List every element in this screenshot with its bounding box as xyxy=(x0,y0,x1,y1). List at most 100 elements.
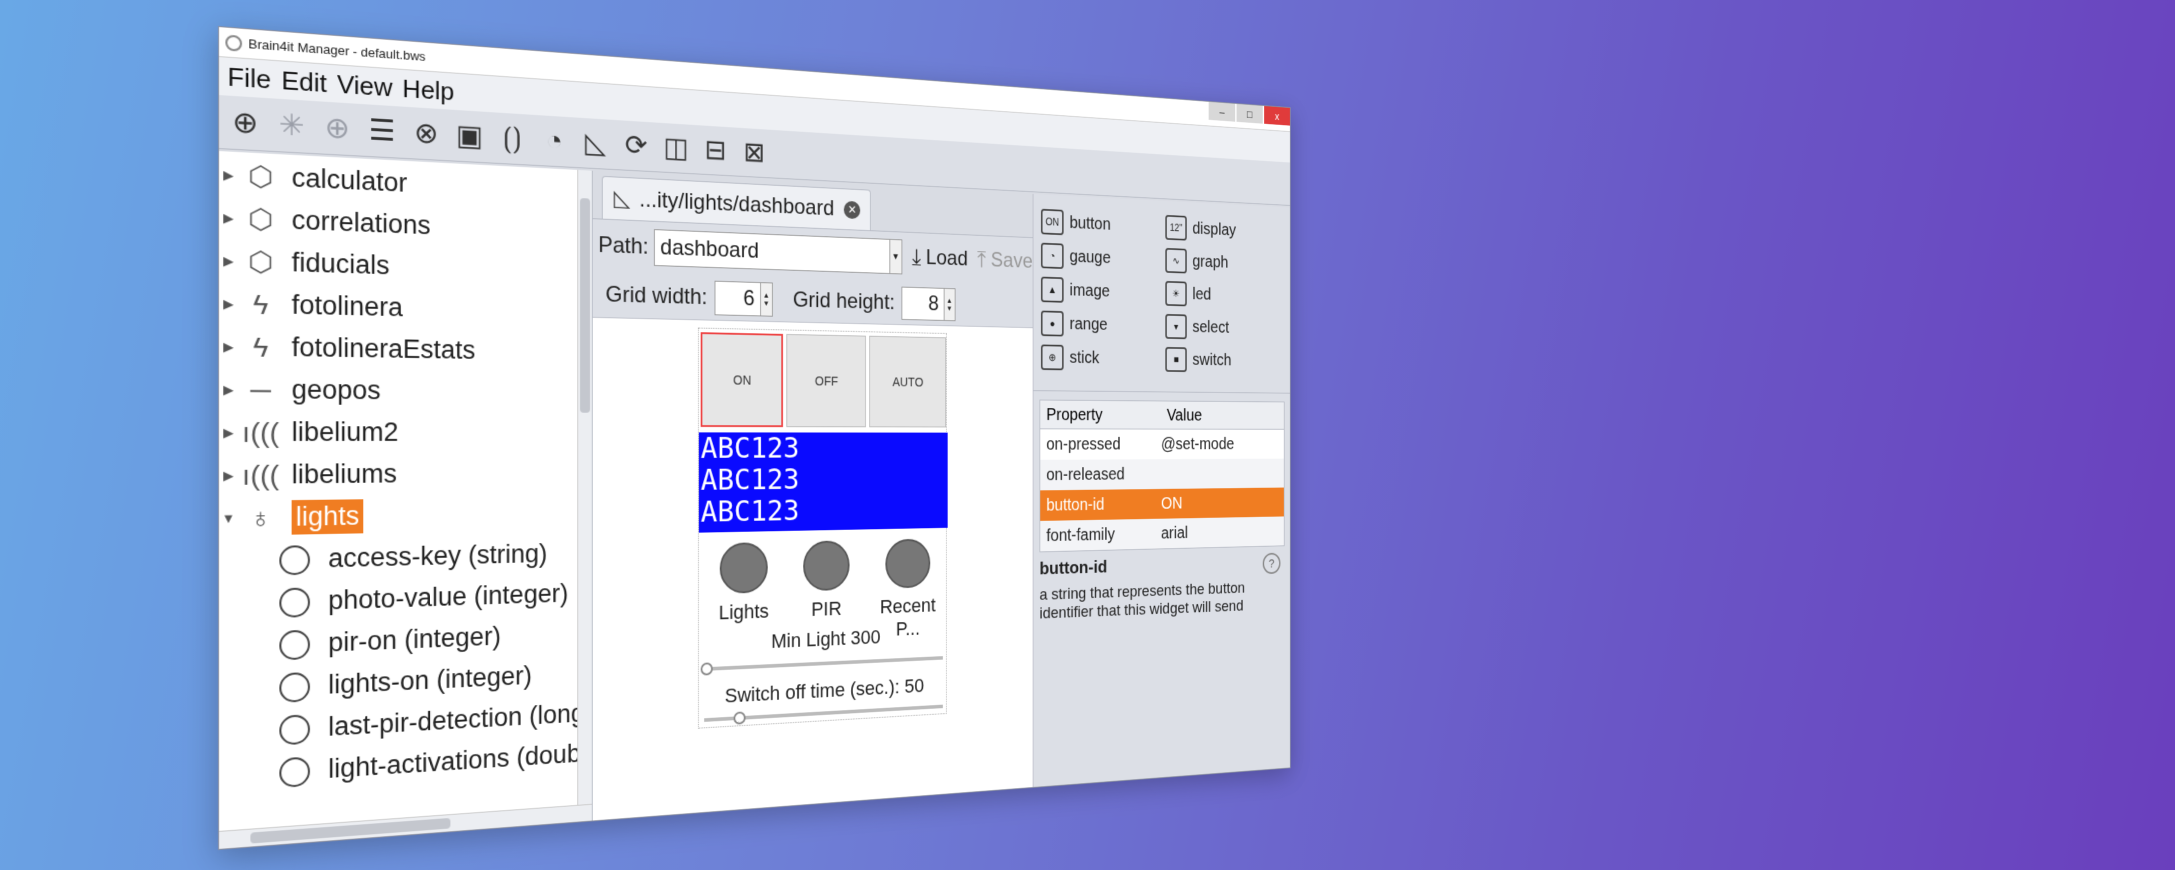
refresh-icon[interactable]: ⟳ xyxy=(619,127,653,164)
stop-icon[interactable]: ⊗ xyxy=(408,114,445,153)
menu-view[interactable]: View xyxy=(337,69,393,103)
bolt-icon: ϟ xyxy=(238,331,284,364)
menu-edit[interactable]: Edit xyxy=(281,65,327,99)
palette-graph[interactable]: ∿ graph xyxy=(1165,244,1283,281)
tree-vertical-scrollbar[interactable] xyxy=(577,170,592,805)
tree-child-label: access-key (string) xyxy=(328,539,547,574)
palette-label: select xyxy=(1192,318,1229,338)
led-label: PIR xyxy=(785,596,868,622)
grid-width-input[interactable]: 6 xyxy=(714,280,760,316)
chevron-right-icon[interactable]: ▶ xyxy=(219,210,238,227)
terminal-icon[interactable]: ▣ xyxy=(451,117,487,155)
chevron-right-icon[interactable]: ▶ xyxy=(219,253,238,270)
tree-horizontal-scrollbar[interactable] xyxy=(219,804,592,849)
app-window: Brain4it Manager - default.bws – □ x Fil… xyxy=(218,26,1291,850)
palette-button[interactable]: ON button xyxy=(1041,205,1165,244)
property-value[interactable]: arial xyxy=(1161,524,1188,544)
braces-icon[interactable]: ⟮⟯ xyxy=(494,120,530,158)
path-dropdown-icon[interactable]: ▼ xyxy=(890,239,902,274)
palette-select[interactable]: ▾ select xyxy=(1165,310,1283,345)
property-column-header: Property xyxy=(1040,400,1161,428)
tree-item-lights[interactable]: ▼ ♁ lights xyxy=(219,493,592,540)
chevron-right-icon[interactable]: ▶ xyxy=(219,167,238,184)
module-tree[interactable]: ▶ ⬡ calculator ▶ ⬡ correlations ▶ ⬡ fiducials ▶ ϟ f… xyxy=(219,151,593,849)
palette-display[interactable]: 12" display xyxy=(1165,211,1283,249)
tree-item-fotolineraestats[interactable]: ▶ ϟ fotolineraEstats xyxy=(219,325,592,373)
asterisk-icon[interactable]: ✳ xyxy=(272,106,311,146)
property-description: button-id a string that represents the b… xyxy=(1039,553,1284,624)
palette-stick[interactable]: ⊕ stick xyxy=(1041,340,1165,376)
variable-icon xyxy=(279,756,310,787)
grid-width-stepper[interactable]: ▲ ▼ xyxy=(761,282,773,316)
palette-gauge[interactable]: ◔ gauge xyxy=(1041,238,1165,276)
range-knob[interactable] xyxy=(734,711,746,724)
palette-image[interactable]: ▲ image xyxy=(1041,272,1165,309)
grid-height-input[interactable]: 8 xyxy=(901,286,944,320)
chevron-down-icon[interactable]: ▼ xyxy=(219,511,238,526)
display-line: ABC123 xyxy=(701,493,948,528)
close-tab-icon[interactable]: ✕ xyxy=(844,200,860,218)
close-panel-icon[interactable]: ⊠ xyxy=(738,135,770,171)
palette-led[interactable]: ☀ led xyxy=(1165,277,1283,313)
minimize-button[interactable]: – xyxy=(1209,102,1236,122)
tree-item-libeliums[interactable]: ▶ ı(((libeliums xyxy=(219,453,592,497)
tree-item-geopos[interactable]: ▶ ─ geopos xyxy=(219,368,592,413)
list-icon[interactable]: ☰ xyxy=(363,111,401,150)
gauge-icon[interactable]: ◔ xyxy=(537,122,572,160)
dashboard-canvas[interactable]: ON OFF AUTO ABC123 ABC123 ABC123 Lights … xyxy=(593,318,1033,821)
bolt-icon: ϟ xyxy=(238,288,284,321)
menu-help[interactable]: Help xyxy=(402,73,454,106)
grid-height-label: Grid height: xyxy=(793,287,895,315)
property-value[interactable]: ON xyxy=(1161,494,1182,513)
save-button[interactable]: ⤒ Save xyxy=(977,246,1032,275)
widget-display[interactable]: ABC123 ABC123 ABC123 xyxy=(699,432,948,532)
path-input[interactable]: dashboard xyxy=(654,229,890,274)
widget-range-min-light[interactable] xyxy=(704,656,943,671)
chevron-right-icon[interactable]: ▶ xyxy=(219,425,238,441)
dashboard-icon[interactable]: ◺ xyxy=(578,125,613,162)
editor-pane: ◺ ...ity/lights/dashboard ✕ Path: dashbo… xyxy=(593,171,1034,821)
widget-button-off[interactable]: OFF xyxy=(786,334,866,427)
tree-child-label: light-activations (doub xyxy=(328,739,580,784)
property-table[interactable]: Property Value on-pressed @set-mode on-rel… xyxy=(1039,400,1284,553)
property-row[interactable]: button-id ON xyxy=(1040,488,1284,521)
split-vertical-icon[interactable]: ⊟ xyxy=(699,132,732,168)
palette-label: gauge xyxy=(1070,247,1111,268)
range-knob[interactable] xyxy=(701,662,713,675)
display-line: ABC123 xyxy=(701,463,948,496)
property-name: on-released xyxy=(1040,465,1161,485)
grid-height-stepper[interactable]: ▲ ▼ xyxy=(944,288,955,321)
widget-led-recent[interactable] xyxy=(885,539,930,589)
description-text: a string that represents the button iden… xyxy=(1039,578,1284,623)
description-title: button-id xyxy=(1039,553,1284,580)
add-icon[interactable]: ⊕ xyxy=(225,103,265,143)
tree-item-label: lights xyxy=(292,499,364,534)
add-outline-icon[interactable]: ⊕ xyxy=(318,109,356,148)
widget-palette: ON button 12" display ◔ gauge ∿ graph ▲ image ☀ led… xyxy=(1033,194,1290,394)
tree-item-libelium2[interactable]: ▶ ı(((libelium2 xyxy=(219,411,592,454)
load-button[interactable]: ⤓ Load xyxy=(912,243,968,273)
chevron-right-icon[interactable]: ▶ xyxy=(219,467,238,483)
palette-switch[interactable]: ■ switch xyxy=(1165,343,1283,378)
chevron-right-icon[interactable]: ▶ xyxy=(219,382,238,398)
close-button[interactable]: x xyxy=(1264,106,1290,126)
widget-button-auto[interactable]: AUTO xyxy=(869,336,946,428)
chevron-right-icon[interactable]: ▶ xyxy=(219,296,238,312)
load-label: Load xyxy=(926,246,968,272)
variable-icon xyxy=(279,587,310,618)
range-label: Switch off time (sec.): 50 xyxy=(699,673,948,709)
menu-file[interactable]: File xyxy=(227,61,271,95)
select-icon: ▾ xyxy=(1165,314,1186,339)
maximize-button[interactable]: □ xyxy=(1237,104,1263,124)
widget-led-pir[interactable] xyxy=(803,540,849,591)
dashboard-grid: ON OFF AUTO ABC123 ABC123 ABC123 Lights … xyxy=(698,328,947,729)
property-row[interactable]: on-pressed @set-mode xyxy=(1040,429,1284,460)
palette-range[interactable]: ● range xyxy=(1041,306,1165,343)
widget-led-lights[interactable] xyxy=(720,542,768,594)
display-icon: 12" xyxy=(1165,215,1186,241)
widget-button-on[interactable]: ON xyxy=(701,332,783,427)
chevron-right-icon[interactable]: ▶ xyxy=(219,339,238,355)
split-horizontal-icon[interactable]: ◫ xyxy=(659,130,692,167)
property-row[interactable]: on-released xyxy=(1040,459,1284,491)
property-value[interactable]: @set-mode xyxy=(1161,435,1234,454)
